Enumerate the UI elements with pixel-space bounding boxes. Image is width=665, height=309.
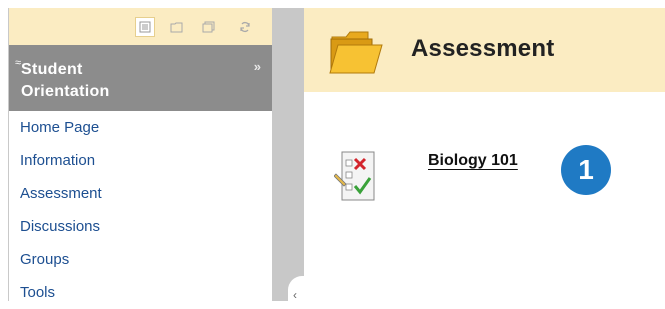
sidebar-item-home-page[interactable]: Home Page [9,111,273,144]
course-sidebar: ≈ Student Orientation » Home Page Inform… [8,8,273,301]
page-header: Assessment [304,8,665,92]
course-menu-header: ≈ Student Orientation » [9,45,273,111]
window-icon [202,21,215,33]
sidebar-item-information[interactable]: Information [9,144,273,177]
list-view-icon [139,21,151,33]
step-number: 1 [578,154,594,185]
folder-icon [329,31,383,74]
refresh-icon [240,21,250,33]
folder-view-button[interactable] [167,17,187,37]
refresh-button[interactable] [235,17,255,37]
sidebar-toolbar [9,8,273,45]
sidebar-splitter[interactable]: ‹ [272,8,304,302]
page-title: Assessment [411,35,555,62]
splitter-arrow-icon: ‹ [293,288,297,302]
list-view-button[interactable] [135,17,155,37]
course-title-line2: Orientation [21,83,110,100]
sidebar-item-groups[interactable]: Groups [9,243,273,276]
sidebar-item-tools[interactable]: Tools [9,276,273,309]
expand-arrows-icon[interactable]: » [254,59,261,74]
folder-view-icon [170,22,183,33]
course-menu: Home Page Information Assessment Discuss… [9,111,273,309]
content-area: Assessment Biology 101 1 [304,8,665,301]
course-title-line1: Student [21,61,83,78]
test-icon [334,151,375,201]
biology-101-link[interactable]: Biology 101 [428,152,518,170]
step-number-badge: 1 [561,145,611,195]
window-view-button[interactable] [199,17,219,37]
course-title[interactable]: Student Orientation [21,59,110,103]
sidebar-item-assessment[interactable]: Assessment [9,177,273,210]
sidebar-item-discussions[interactable]: Discussions [9,210,273,243]
lms-window: ≈ Student Orientation » Home Page Inform… [0,0,665,302]
